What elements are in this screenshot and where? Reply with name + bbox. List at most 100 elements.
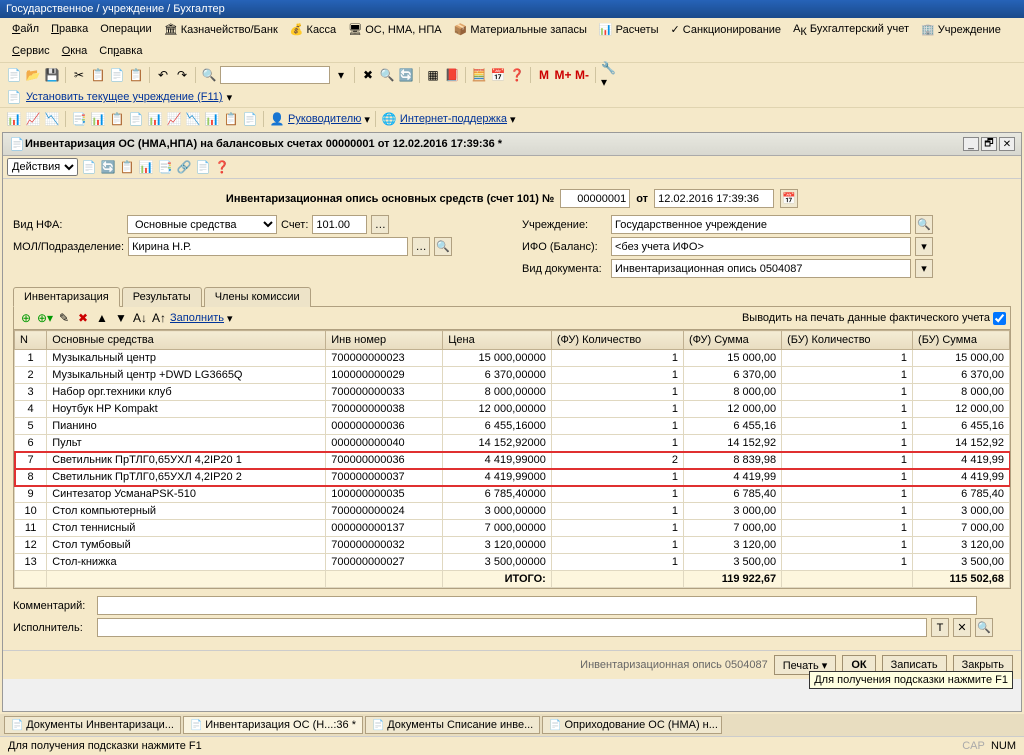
table-row[interactable]: 5Пианино0000000000366 455,1600016 455,16… [15, 418, 1010, 435]
calc-icon[interactable]: 🧮 [471, 67, 487, 83]
table-row[interactable]: 1Музыкальный центр70000000002315 000,000… [15, 350, 1010, 367]
q-icon[interactable]: ❓ [509, 67, 525, 83]
m-btn[interactable]: M [536, 67, 552, 83]
table-row[interactable]: 6Пульт00000000004014 152,92000114 152,92… [15, 435, 1010, 452]
tab-commission[interactable]: Члены комиссии [204, 287, 311, 307]
col-header[interactable]: (БУ) Количество [782, 331, 913, 350]
i11[interactable]: 📊 [204, 111, 220, 127]
i3[interactable]: 📉 [44, 111, 60, 127]
table-row[interactable]: 12Стол тумбовый7000000000323 120,0000013… [15, 537, 1010, 554]
redo-icon[interactable]: ↷ [174, 67, 190, 83]
i4[interactable]: 📑 [71, 111, 87, 127]
support-link[interactable]: Интернет-поддержка [400, 113, 507, 125]
vdoc-input[interactable] [611, 259, 911, 278]
fill-link[interactable]: Заполнить [170, 312, 224, 324]
a5[interactable]: 📑 [157, 159, 173, 175]
exec-t-btn[interactable]: T [931, 618, 949, 637]
dd2-icon[interactable]: ▾ [227, 91, 233, 104]
acct-input[interactable] [312, 215, 367, 234]
person-icon[interactable]: 👤 [269, 111, 285, 127]
menu-edit[interactable]: Правка [47, 21, 92, 40]
menu-cash[interactable]: 💰 Касса [286, 21, 340, 40]
i7[interactable]: 📄 [128, 111, 144, 127]
book-icon[interactable]: 📕 [444, 67, 460, 83]
inst-input[interactable] [611, 215, 911, 234]
i12[interactable]: 📋 [223, 111, 239, 127]
table-row[interactable]: 9Синтезатор УсманаPSK-5101000000000356 7… [15, 486, 1010, 503]
menu-os[interactable]: 🖥 ОС, НМА, НПА [344, 21, 445, 40]
col-header[interactable]: (ФУ) Количество [551, 331, 683, 350]
executor-input[interactable] [97, 618, 927, 637]
i13[interactable]: 📄 [242, 111, 258, 127]
a6[interactable]: 🔗 [176, 159, 192, 175]
i10[interactable]: 📉 [185, 111, 201, 127]
paste-icon[interactable]: 📄 [109, 67, 125, 83]
mplus-btn[interactable]: M+ [555, 67, 571, 83]
new-icon[interactable]: 📄 [6, 67, 22, 83]
up-icon[interactable]: ▲ [94, 310, 110, 326]
down-icon[interactable]: ▼ [113, 310, 129, 326]
i5[interactable]: 📊 [90, 111, 106, 127]
actions-dropdown[interactable]: Действия [7, 158, 78, 176]
acct-pick-btn[interactable]: … [371, 215, 389, 234]
doc-date-input[interactable] [654, 189, 774, 208]
tab-inventory[interactable]: Инвентаризация [13, 287, 120, 307]
sort-asc-icon[interactable]: A↓ [132, 310, 148, 326]
globe-icon[interactable]: 🌐 [381, 111, 397, 127]
x-icon[interactable]: ✖ [360, 67, 376, 83]
col-header[interactable]: (ФУ) Сумма [683, 331, 781, 350]
grid[interactable]: NОсновные средстваИнв номерЦена(ФУ) Коли… [13, 329, 1011, 589]
del-row-icon[interactable]: ✖ [75, 310, 91, 326]
wrench-icon[interactable]: 🔧▾ [601, 67, 617, 83]
set-institution-link[interactable]: Установить текущее учреждение (F11) [26, 91, 223, 103]
table-row[interactable]: 3Набор орг.техники клуб7000000000338 000… [15, 384, 1010, 401]
grid-icon[interactable]: ▦ [425, 67, 441, 83]
menu-accounting[interactable]: АК Бухгалтерский учет [789, 21, 913, 40]
col-header[interactable]: Цена [443, 331, 552, 350]
a1[interactable]: 📄 [81, 159, 97, 175]
exec-q-btn[interactable]: 🔍 [975, 618, 993, 637]
i9[interactable]: 📈 [166, 111, 182, 127]
undo-icon[interactable]: ↶ [155, 67, 171, 83]
a7[interactable]: 📄 [195, 159, 211, 175]
find-icon[interactable]: 🔍 [201, 67, 217, 83]
refresh-icon[interactable]: 🔄 [398, 67, 414, 83]
col-header[interactable]: N [15, 331, 47, 350]
menu-materials[interactable]: 📦 Материальные запасы [450, 21, 591, 40]
menu-ops[interactable]: Операции [96, 21, 155, 40]
ifo-dd-btn[interactable]: ▾ [915, 237, 933, 256]
col-header[interactable]: Инв номер [326, 331, 443, 350]
a4[interactable]: 📊 [138, 159, 154, 175]
clipboard-icon[interactable]: 📋 [128, 67, 144, 83]
maximize-button[interactable]: 🗗 [981, 137, 997, 151]
i1[interactable]: 📊 [6, 111, 22, 127]
help-icon[interactable]: ❓ [214, 159, 230, 175]
copy-icon[interactable]: 📋 [90, 67, 106, 83]
tab-results[interactable]: Результаты [122, 287, 202, 307]
open-icon[interactable]: 📂 [25, 67, 41, 83]
table-row[interactable]: 10Стол компьютерный7000000000243 000,000… [15, 503, 1010, 520]
vdoc-dd-btn[interactable]: ▾ [915, 259, 933, 278]
ifo-input[interactable] [611, 237, 911, 256]
calendar-btn[interactable]: 📅 [780, 189, 798, 208]
zoom-icon[interactable]: 🔍 [379, 67, 395, 83]
i8[interactable]: 📊 [147, 111, 163, 127]
table-row[interactable]: 7Светильник ПрТЛГ0,65УХЛ 4,2IP20 1700000… [15, 452, 1010, 469]
wtab-1[interactable]: 📄 Инвентаризация ОС (Н...:36 * [183, 716, 363, 734]
doc-number-input[interactable] [560, 189, 630, 208]
menu-bank[interactable]: 🏛 Казначейство/Банк [160, 21, 282, 40]
mol-pick-btn[interactable]: … [412, 237, 430, 256]
mol-open-btn[interactable]: 🔍 [434, 237, 452, 256]
menu-windows[interactable]: Окна [58, 43, 92, 59]
close-button[interactable]: ✕ [999, 137, 1015, 151]
cut-icon[interactable]: ✂ [71, 67, 87, 83]
dd-icon[interactable]: ▾ [333, 67, 349, 83]
nfa-select[interactable]: Основные средства [127, 215, 277, 234]
table-row[interactable]: 13Стол-книжка7000000000273 500,0000013 5… [15, 554, 1010, 571]
mol-input[interactable] [128, 237, 408, 256]
minimize-button[interactable]: _ [963, 137, 979, 151]
table-row[interactable]: 11Стол теннисный0000000001377 000,000001… [15, 520, 1010, 537]
mminus-btn[interactable]: M- [574, 67, 590, 83]
manager-link[interactable]: Руководителю [288, 113, 361, 125]
table-row[interactable]: 4Ноутбук HP Kompakt70000000003812 000,00… [15, 401, 1010, 418]
